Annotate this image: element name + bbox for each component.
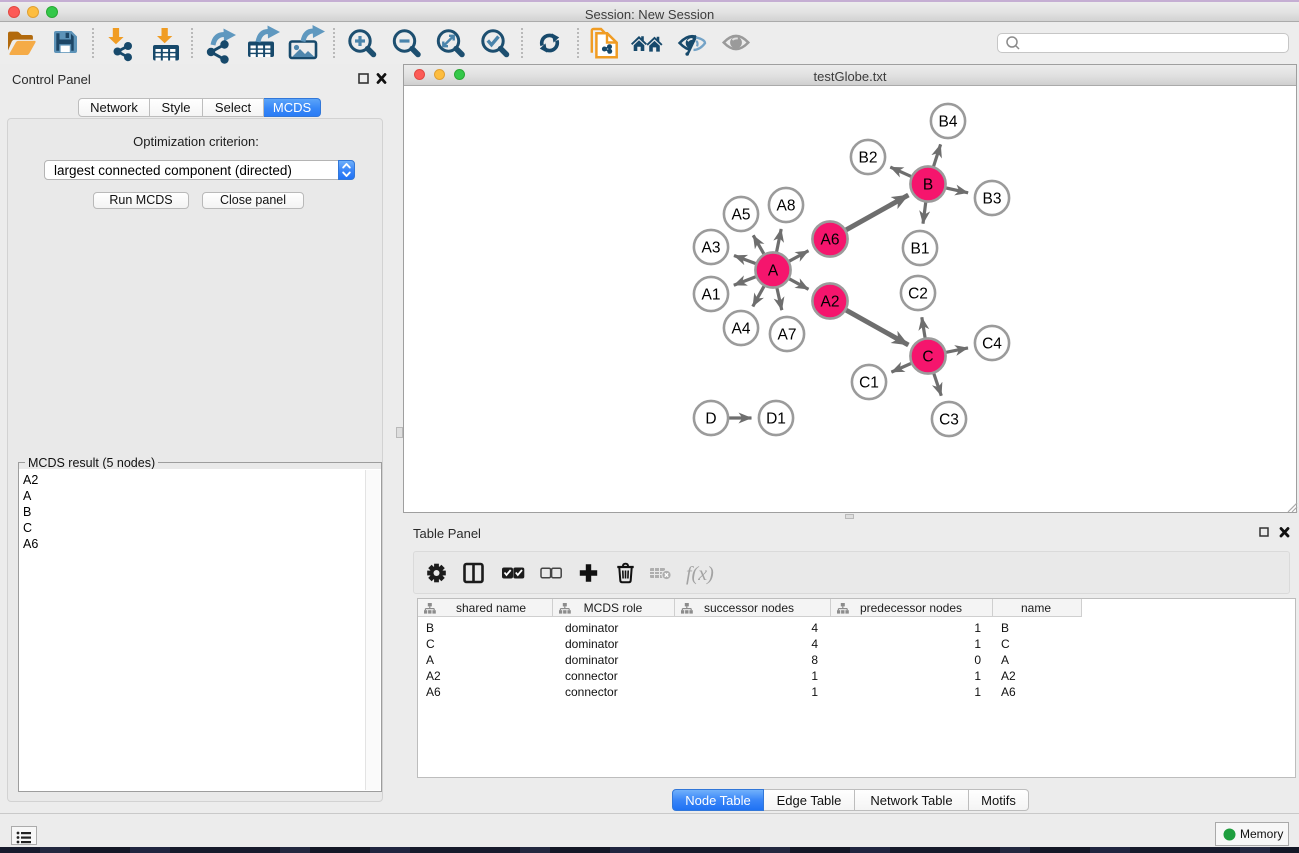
- svg-text:A: A: [768, 263, 779, 280]
- svg-text:C: C: [922, 349, 933, 366]
- svg-text:B3: B3: [983, 191, 1002, 208]
- svg-text:C2: C2: [908, 286, 928, 303]
- svg-text:B: B: [923, 177, 933, 194]
- svg-text:A7: A7: [778, 327, 797, 344]
- svg-text:A6: A6: [821, 232, 840, 249]
- svg-text:A4: A4: [732, 321, 751, 338]
- svg-text:B1: B1: [911, 241, 930, 258]
- svg-text:C4: C4: [982, 336, 1002, 353]
- svg-text:C3: C3: [939, 412, 959, 429]
- svg-text:A1: A1: [702, 287, 721, 304]
- svg-text:B2: B2: [859, 150, 878, 167]
- svg-text:A8: A8: [777, 198, 796, 215]
- svg-text:A3: A3: [702, 240, 721, 257]
- svg-text:A2: A2: [821, 294, 840, 311]
- svg-text:B4: B4: [939, 114, 958, 131]
- svg-text:D1: D1: [766, 411, 786, 428]
- svg-text:C1: C1: [859, 375, 879, 392]
- svg-text:A5: A5: [732, 207, 751, 224]
- svg-text:D: D: [705, 411, 716, 428]
- svg-text:f(x): f(x): [686, 563, 714, 585]
